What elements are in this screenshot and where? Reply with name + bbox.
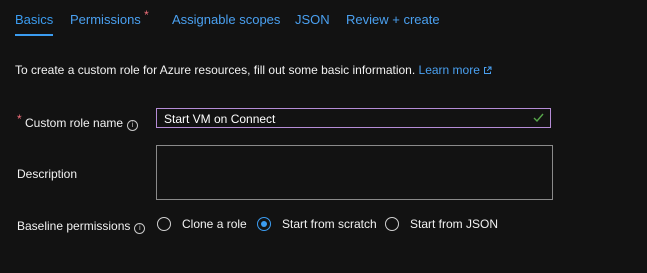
baseline-permissions-label-text: Baseline permissions (17, 219, 131, 233)
tab-permissions[interactable]: Permissions * (70, 8, 149, 34)
custom-role-name-label-text: Custom role name (25, 116, 124, 130)
custom-role-name-input[interactable]: Start VM on Connect (156, 108, 551, 128)
radio-label: Clone a role (182, 217, 247, 231)
radio-circle[interactable] (385, 217, 399, 231)
radio-circle-selected[interactable] (257, 217, 271, 231)
tab-label: Basics (15, 12, 54, 27)
checkmark-icon (532, 111, 545, 129)
description-label: Description (17, 167, 77, 181)
learn-more-label: Learn more (418, 63, 480, 77)
radio-clone-a-role[interactable]: Clone a role (157, 217, 247, 231)
tab-label: Permissions (70, 12, 141, 27)
required-asterisk: * (17, 112, 22, 126)
custom-role-name-value: Start VM on Connect (164, 112, 276, 126)
baseline-permissions-label: Baseline permissions i (17, 219, 146, 234)
tab-label: JSON (295, 12, 330, 27)
tab-basics[interactable]: Basics (15, 12, 54, 36)
external-link-icon (483, 64, 492, 78)
tab-assignable-scopes[interactable]: Assignable scopes (172, 12, 280, 34)
required-asterisk: * (144, 8, 149, 22)
radio-circle[interactable] (157, 217, 171, 231)
radio-start-from-json[interactable]: Start from JSON (385, 217, 498, 231)
learn-more-link[interactable]: Learn more (419, 63, 492, 77)
tab-json[interactable]: JSON (295, 12, 330, 34)
info-icon[interactable]: i (134, 223, 146, 234)
tab-label: Assignable scopes (172, 12, 281, 27)
radio-start-from-scratch[interactable]: Start from scratch (257, 217, 377, 231)
description-textarea[interactable] (156, 145, 553, 200)
create-custom-role-page: Basics Permissions * Assignable scopes J… (0, 0, 647, 273)
tab-label: Review + create (346, 12, 440, 27)
intro-description: To create a custom role for Azure resour… (15, 63, 416, 77)
intro-text: To create a custom role for Azure resour… (15, 63, 492, 78)
radio-label: Start from JSON (410, 217, 499, 231)
radio-label: Start from scratch (282, 217, 377, 231)
description-label-text: Description (17, 167, 78, 181)
info-icon[interactable]: i (127, 120, 139, 131)
custom-role-name-label: * Custom role name i (17, 112, 139, 131)
tab-review-create[interactable]: Review + create (346, 12, 440, 34)
